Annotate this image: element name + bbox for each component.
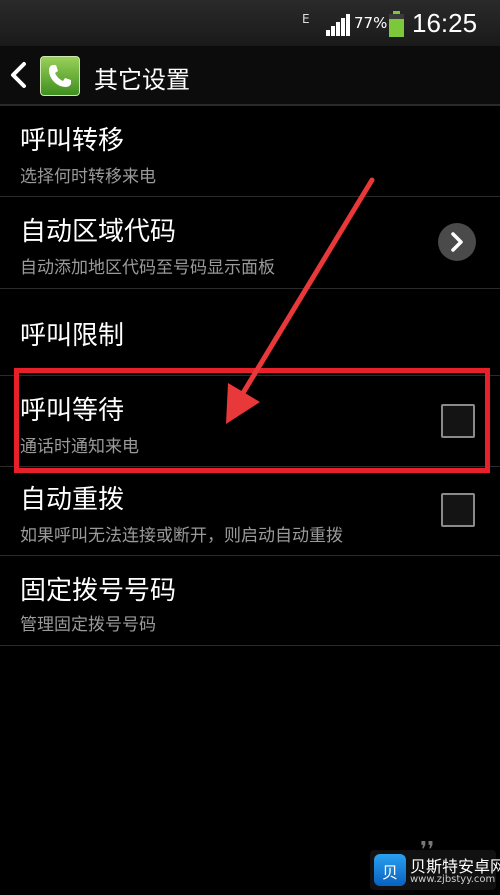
watermark-url: www.zjbstyy.com bbox=[410, 874, 496, 885]
setting-subtitle: 自动添加地区代码至号码显示面板 bbox=[20, 258, 275, 278]
action-bar: 其它设置 bbox=[0, 46, 500, 106]
setting-title: 呼叫转移 bbox=[20, 126, 125, 156]
setting-subtitle: 如果呼叫无法连接或断开，则启动自动重拨 bbox=[20, 526, 343, 546]
open-detail-button[interactable] bbox=[438, 223, 476, 261]
setting-subtitle: 管理固定拨号号码 bbox=[20, 615, 156, 635]
setting-call-forwarding[interactable]: 呼叫转移 选择何时转移来电 bbox=[0, 104, 500, 197]
watermark: 贝 贝斯特安卓网 www.zjbstyy.com bbox=[370, 850, 500, 890]
battery-percent: 77% bbox=[354, 14, 388, 32]
phone-icon bbox=[49, 65, 71, 87]
setting-fixed-dialing[interactable]: 固定拨号号码 管理固定拨号号码 bbox=[0, 556, 500, 646]
setting-subtitle: 选择何时转移来电 bbox=[20, 167, 156, 187]
network-type: E bbox=[302, 12, 310, 26]
auto-redial-checkbox[interactable] bbox=[441, 493, 475, 527]
watermark-logo-char: 贝 bbox=[381, 863, 398, 882]
setting-auto-area-code[interactable]: 自动区域代码 自动添加地区代码至号码显示面板 bbox=[0, 197, 500, 289]
status-time: 16:25 bbox=[412, 8, 478, 38]
setting-title: 自动重拨 bbox=[20, 485, 125, 515]
status-bar: E 77% 16:25 bbox=[0, 0, 500, 46]
phone-app-icon bbox=[40, 56, 80, 96]
battery-icon bbox=[389, 11, 404, 37]
signal-icon bbox=[326, 14, 350, 36]
page-title: 其它设置 bbox=[94, 66, 190, 94]
chevron-right-icon bbox=[451, 232, 463, 252]
setting-auto-redial[interactable]: 自动重拨 如果呼叫无法连接或断开，则启动自动重拨 bbox=[0, 467, 500, 556]
watermark-logo: 贝 bbox=[374, 854, 406, 886]
highlight-box bbox=[14, 368, 490, 473]
setting-title: 固定拨号号码 bbox=[20, 576, 177, 606]
setting-title: 呼叫限制 bbox=[20, 321, 125, 351]
setting-call-barring[interactable]: 呼叫限制 bbox=[0, 289, 500, 376]
setting-title: 自动区域代码 bbox=[20, 217, 177, 247]
back-arrow-icon[interactable] bbox=[8, 60, 30, 90]
